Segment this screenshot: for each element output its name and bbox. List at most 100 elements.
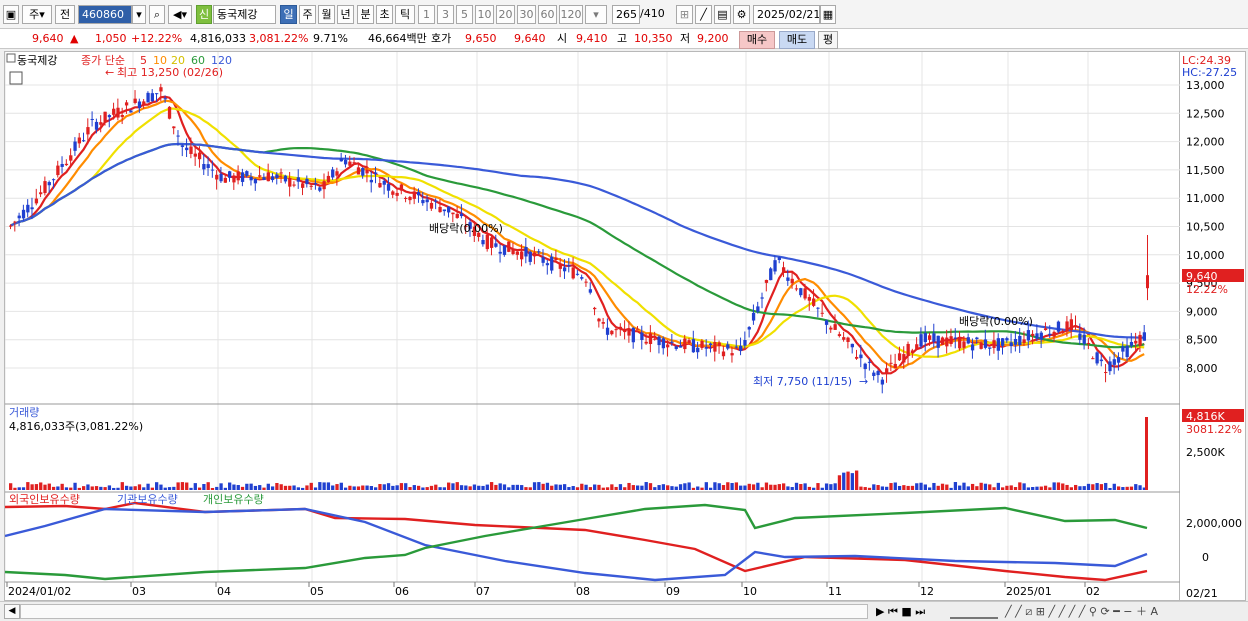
volume-bar bbox=[477, 485, 481, 490]
bottom-scroll-bar: ◀ ▶ ⏮ ■ ⏭ ╱ ╱ ⧄ ⊞ ╱ ╱ ╱ ╱ ⚲ ⟳ ━ − ＋ A bbox=[0, 601, 1248, 621]
interval-10[interactable]: 10 bbox=[475, 5, 494, 24]
candle-body bbox=[1112, 359, 1116, 365]
stock-code-input[interactable]: 460860 bbox=[78, 5, 132, 24]
x-axis-label: 10 bbox=[743, 585, 757, 598]
period-month-tab[interactable]: 월 bbox=[318, 5, 335, 24]
period-second-tab[interactable]: 초 bbox=[376, 5, 393, 24]
candle-body bbox=[245, 171, 249, 176]
volume-bar bbox=[489, 482, 494, 490]
hc-value: HC:-27.25 bbox=[1182, 66, 1237, 79]
volume-bar bbox=[1095, 483, 1099, 490]
volume-bar bbox=[704, 482, 708, 490]
interval-20[interactable]: 20 bbox=[496, 5, 515, 24]
candle-body bbox=[558, 263, 562, 269]
low-label: 저 bbox=[680, 32, 691, 45]
volume-bar bbox=[670, 486, 674, 490]
volume-bar bbox=[850, 473, 854, 490]
x-axis-label: 07 bbox=[476, 585, 490, 598]
candle-body bbox=[588, 289, 593, 293]
candle-body bbox=[309, 185, 313, 187]
interval-120[interactable]: 120 bbox=[559, 5, 583, 24]
volume-bar bbox=[915, 483, 919, 490]
speaker-icon[interactable]: ◀▾ bbox=[168, 5, 192, 24]
zoom-slider[interactable] bbox=[950, 604, 998, 619]
interval-5[interactable]: 5 bbox=[456, 5, 473, 24]
candle-body bbox=[567, 265, 571, 267]
candle-body bbox=[962, 341, 966, 348]
interval-60[interactable]: 60 bbox=[538, 5, 557, 24]
volume-bar bbox=[133, 486, 137, 490]
chart-area[interactable]: 동국제강 종가 단순 5 10 20 60 120 최고 13,250 (02/… bbox=[4, 51, 1181, 602]
buy-button[interactable]: 매수 bbox=[739, 31, 775, 49]
volume-bar bbox=[258, 485, 262, 490]
candle-body bbox=[159, 87, 163, 92]
open-price: 9,410 bbox=[576, 32, 608, 45]
volume-bar bbox=[283, 485, 288, 490]
volume-bar bbox=[550, 485, 554, 490]
volume-bar bbox=[979, 482, 983, 490]
avg-button[interactable]: 평 bbox=[818, 31, 838, 49]
stock-name-field[interactable]: 동국제강 bbox=[213, 5, 276, 24]
search-icon[interactable]: ⌕ bbox=[149, 5, 165, 24]
candle-body bbox=[146, 92, 150, 103]
candle-body bbox=[395, 192, 399, 196]
interval-dropdown[interactable]: ▾ bbox=[585, 5, 607, 24]
period-day-tab[interactable]: 일 bbox=[280, 5, 297, 24]
volume-bar bbox=[288, 485, 292, 490]
sell-button[interactable]: 매도 bbox=[779, 31, 815, 49]
price-tick-label: 11,500 bbox=[1186, 164, 1225, 177]
volume-bar bbox=[734, 482, 739, 490]
candle-body bbox=[756, 306, 760, 312]
interval-1[interactable]: 1 bbox=[418, 5, 435, 24]
volume-bar bbox=[902, 485, 906, 490]
volume-bar bbox=[842, 472, 846, 490]
scroll-left-icon[interactable]: ◀ bbox=[4, 604, 20, 619]
grid-icon[interactable]: ⊞ bbox=[676, 5, 693, 24]
window-icon[interactable]: ▣ bbox=[3, 5, 19, 24]
candle-body bbox=[876, 371, 880, 376]
volume-bar bbox=[331, 485, 335, 490]
gear-icon[interactable]: ⚙ bbox=[733, 5, 750, 24]
volume-bar bbox=[876, 485, 880, 490]
x-axis: 2024/01/02 03 04 05 06 07 08 09 10 11 12 2025/01 02 bbox=[6, 582, 1100, 598]
calendar-icon[interactable]: ▦ bbox=[820, 5, 836, 24]
code-dropdown-icon[interactable]: ▾ bbox=[132, 5, 146, 24]
volume-bar bbox=[1056, 482, 1061, 490]
period-tick-tab[interactable]: 틱 bbox=[395, 5, 415, 24]
mode-select[interactable]: 주▾ bbox=[22, 5, 52, 24]
interval-30[interactable]: 30 bbox=[517, 5, 536, 24]
draw-icon[interactable]: ╱ bbox=[695, 5, 712, 24]
volume-bar bbox=[425, 487, 429, 490]
candle-body bbox=[781, 267, 786, 273]
up-arrow-icon: ▲ bbox=[70, 32, 79, 45]
candle-body bbox=[790, 278, 794, 284]
volume-bar bbox=[1026, 487, 1031, 490]
candle-body bbox=[343, 159, 348, 165]
interval-3[interactable]: 3 bbox=[437, 5, 454, 24]
candle-body bbox=[94, 121, 99, 130]
candle-body bbox=[597, 318, 601, 322]
period-week-tab[interactable]: 주 bbox=[299, 5, 316, 24]
volume-bar bbox=[528, 487, 532, 490]
chart-canvas[interactable]: 동국제강 종가 단순 5 10 20 60 120 최고 13,250 (02/… bbox=[4, 52, 1181, 602]
save-icon[interactable]: ▤ bbox=[714, 5, 731, 24]
candle-body bbox=[313, 183, 318, 185]
volume-bar bbox=[940, 483, 945, 490]
prev-button[interactable]: 전 bbox=[55, 5, 75, 24]
candle-body bbox=[459, 213, 464, 217]
period-year-tab[interactable]: 년 bbox=[337, 5, 354, 24]
horizontal-scrollbar[interactable] bbox=[20, 604, 868, 619]
volume-bar bbox=[399, 483, 404, 490]
volume-bar bbox=[739, 485, 743, 490]
volume-bar bbox=[1022, 483, 1026, 490]
volume-bar bbox=[824, 483, 829, 490]
playback-controls[interactable]: ▶ ⏮ ■ ⏭ bbox=[876, 604, 946, 619]
period-minute-tab[interactable]: 분 bbox=[357, 5, 374, 24]
candle-body bbox=[129, 110, 133, 113]
drawing-tools[interactable]: ╱ ╱ ⧄ ⊞ ╱ ╱ ╱ ╱ ⚲ ⟳ ━ − ＋ A bbox=[1005, 604, 1245, 619]
date-input[interactable]: 2025/02/21 bbox=[753, 5, 820, 24]
ma-120-line bbox=[10, 142, 1145, 339]
volume-bar bbox=[60, 483, 64, 490]
x-axis-label: 09 bbox=[666, 585, 680, 598]
count-input[interactable]: 265 bbox=[612, 5, 640, 24]
